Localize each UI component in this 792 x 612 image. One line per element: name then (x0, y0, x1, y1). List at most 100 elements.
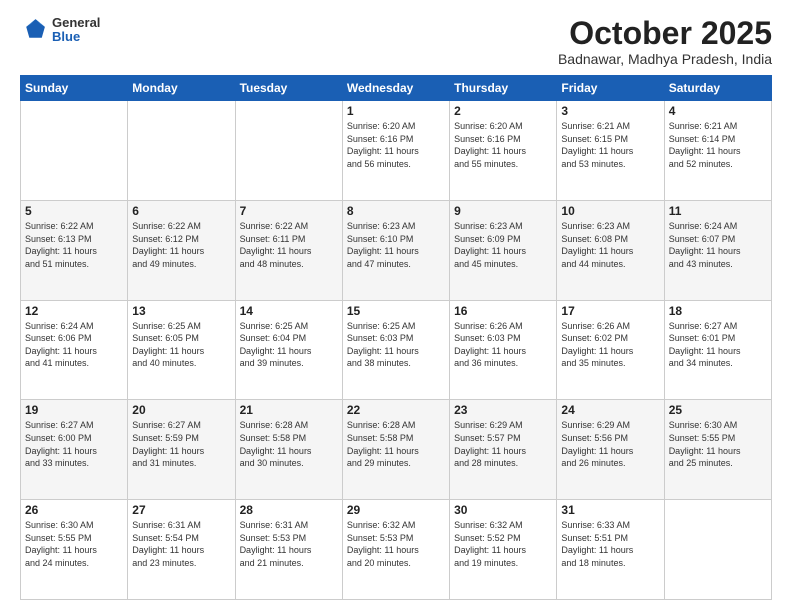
month-title: October 2025 (558, 16, 772, 51)
calendar-cell: 22 Sunrise: 6:28 AM Sunset: 5:58 PM Dayli… (342, 400, 449, 500)
day-info: Sunrise: 6:30 AM Sunset: 5:55 PM Dayligh… (25, 519, 123, 569)
calendar-cell: 1Sunrise: 6:20 AM Sunset: 6:16 PM Daylig… (342, 101, 449, 201)
day-info: Sunrise: 6:28 AM Sunset: 5:58 PM Dayligh… (347, 419, 445, 469)
logo-general: General (52, 16, 100, 30)
day-number: 1 (347, 104, 445, 118)
calendar-cell: 5 Sunrise: 6:22 AM Sunset: 6:13 PM Daylig… (21, 200, 128, 300)
day-number: 16 (454, 304, 552, 318)
day-number: 2 (454, 104, 552, 118)
day-number: 30 (454, 503, 552, 517)
calendar-cell: 25 Sunrise: 6:30 AM Sunset: 5:55 PM Dayli… (664, 400, 771, 500)
day-info: Sunrise: 6:23 AM Sunset: 6:09 PM Dayligh… (454, 220, 552, 270)
day-number: 17 (561, 304, 659, 318)
calendar-cell (128, 101, 235, 201)
day-info: Sunrise: 6:31 AM Sunset: 5:54 PM Dayligh… (132, 519, 230, 569)
calendar-cell: 17 Sunrise: 6:26 AM Sunset: 6:02 PM Dayli… (557, 300, 664, 400)
day-number: 13 (132, 304, 230, 318)
day-info: Sunrise: 6:31 AM Sunset: 5:53 PM Dayligh… (240, 519, 338, 569)
calendar-cell: 31Sunrise: 6:33 AM Sunset: 5:51 PM Dayli… (557, 500, 664, 600)
day-number: 6 (132, 204, 230, 218)
day-number: 21 (240, 403, 338, 417)
calendar-cell: 14 Sunrise: 6:25 AM Sunset: 6:04 PM Dayli… (235, 300, 342, 400)
day-number: 23 (454, 403, 552, 417)
day-info: Sunrise: 6:24 AM Sunset: 6:06 PM Dayligh… (25, 320, 123, 370)
calendar-cell: 7 Sunrise: 6:22 AM Sunset: 6:11 PM Daylig… (235, 200, 342, 300)
col-monday: Monday (128, 76, 235, 101)
calendar-header-row: Sunday Monday Tuesday Wednesday Thursday… (21, 76, 772, 101)
calendar-cell: 27 Sunrise: 6:31 AM Sunset: 5:54 PM Dayli… (128, 500, 235, 600)
calendar-week-2: 5 Sunrise: 6:22 AM Sunset: 6:13 PM Daylig… (21, 200, 772, 300)
calendar-cell: 21Sunrise: 6:28 AM Sunset: 5:58 PM Dayli… (235, 400, 342, 500)
day-number: 15 (347, 304, 445, 318)
calendar-cell: 3 Sunrise: 6:21 AM Sunset: 6:15 PM Daylig… (557, 101, 664, 201)
logo-icon (20, 16, 48, 44)
calendar-cell: 9 Sunrise: 6:23 AM Sunset: 6:09 PM Daylig… (450, 200, 557, 300)
day-number: 3 (561, 104, 659, 118)
day-info: Sunrise: 6:26 AM Sunset: 6:02 PM Dayligh… (561, 320, 659, 370)
col-wednesday: Wednesday (342, 76, 449, 101)
calendar-week-5: 26 Sunrise: 6:30 AM Sunset: 5:55 PM Dayli… (21, 500, 772, 600)
calendar-cell: 19 Sunrise: 6:27 AM Sunset: 6:00 PM Dayli… (21, 400, 128, 500)
calendar-table: Sunday Monday Tuesday Wednesday Thursday… (20, 75, 772, 600)
calendar-week-3: 12Sunrise: 6:24 AM Sunset: 6:06 PM Dayli… (21, 300, 772, 400)
day-info: Sunrise: 6:21 AM Sunset: 6:15 PM Dayligh… (561, 120, 659, 170)
day-number: 4 (669, 104, 767, 118)
day-info: Sunrise: 6:23 AM Sunset: 6:08 PM Dayligh… (561, 220, 659, 270)
day-info: Sunrise: 6:24 AM Sunset: 6:07 PM Dayligh… (669, 220, 767, 270)
col-sunday: Sunday (21, 76, 128, 101)
day-info: Sunrise: 6:27 AM Sunset: 6:01 PM Dayligh… (669, 320, 767, 370)
col-friday: Friday (557, 76, 664, 101)
logo: General Blue (20, 16, 100, 45)
day-info: Sunrise: 6:27 AM Sunset: 6:00 PM Dayligh… (25, 419, 123, 469)
day-number: 9 (454, 204, 552, 218)
calendar-cell (235, 101, 342, 201)
day-number: 11 (669, 204, 767, 218)
logo-blue: Blue (52, 30, 100, 44)
calendar-cell: 26 Sunrise: 6:30 AM Sunset: 5:55 PM Dayli… (21, 500, 128, 600)
day-info: Sunrise: 6:22 AM Sunset: 6:12 PM Dayligh… (132, 220, 230, 270)
day-info: Sunrise: 6:25 AM Sunset: 6:05 PM Dayligh… (132, 320, 230, 370)
day-info: Sunrise: 6:26 AM Sunset: 6:03 PM Dayligh… (454, 320, 552, 370)
col-thursday: Thursday (450, 76, 557, 101)
day-info: Sunrise: 6:29 AM Sunset: 5:56 PM Dayligh… (561, 419, 659, 469)
day-number: 7 (240, 204, 338, 218)
calendar-cell: 2 Sunrise: 6:20 AM Sunset: 6:16 PM Daylig… (450, 101, 557, 201)
calendar-cell: 10 Sunrise: 6:23 AM Sunset: 6:08 PM Dayli… (557, 200, 664, 300)
day-info: Sunrise: 6:25 AM Sunset: 6:04 PM Dayligh… (240, 320, 338, 370)
calendar-week-1: 1 Sunrise: 6:20 AM Sunset: 6:16 PM Daylig… (21, 101, 772, 201)
day-info: Sunrise: 6:23 AM Sunset: 6:10 PM Dayligh… (347, 220, 445, 270)
day-number: 19 (25, 403, 123, 417)
col-tuesday: Tuesday (235, 76, 342, 101)
day-number: 20 (132, 403, 230, 417)
day-number: 14 (240, 304, 338, 318)
calendar-cell: 24Sunrise: 6:29 AM Sunset: 5:56 PM Dayli… (557, 400, 664, 500)
day-number: 27 (132, 503, 230, 517)
logo-text: General Blue (52, 16, 100, 45)
location: Badnawar, Madhya Pradesh, India (558, 51, 772, 67)
day-number: 5 (25, 204, 123, 218)
day-number: 22 (347, 403, 445, 417)
calendar-cell: 13 Sunrise: 6:25 AM Sunset: 6:05 PM Dayli… (128, 300, 235, 400)
day-info: Sunrise: 6:22 AM Sunset: 6:13 PM Dayligh… (25, 220, 123, 270)
day-info: Sunrise: 6:20 AM Sunset: 6:16 PM Dayligh… (454, 120, 552, 170)
day-number: 18 (669, 304, 767, 318)
calendar-cell (664, 500, 771, 600)
calendar-cell: 29Sunrise: 6:32 AM Sunset: 5:53 PM Dayli… (342, 500, 449, 600)
day-number: 25 (669, 403, 767, 417)
day-info: Sunrise: 6:29 AM Sunset: 5:57 PM Dayligh… (454, 419, 552, 469)
calendar-cell: 16 Sunrise: 6:26 AM Sunset: 6:03 PM Dayli… (450, 300, 557, 400)
header: General Blue October 2025 Badnawar, Madh… (20, 16, 772, 67)
calendar-cell: 20Sunrise: 6:27 AM Sunset: 5:59 PM Dayli… (128, 400, 235, 500)
day-info: Sunrise: 6:30 AM Sunset: 5:55 PM Dayligh… (669, 419, 767, 469)
day-number: 10 (561, 204, 659, 218)
day-number: 26 (25, 503, 123, 517)
calendar-cell: 8Sunrise: 6:23 AM Sunset: 6:10 PM Daylig… (342, 200, 449, 300)
calendar-cell: 11 Sunrise: 6:24 AM Sunset: 6:07 PM Dayli… (664, 200, 771, 300)
calendar-cell: 12Sunrise: 6:24 AM Sunset: 6:06 PM Dayli… (21, 300, 128, 400)
calendar-week-4: 19 Sunrise: 6:27 AM Sunset: 6:00 PM Dayli… (21, 400, 772, 500)
calendar-cell: 28Sunrise: 6:31 AM Sunset: 5:53 PM Dayli… (235, 500, 342, 600)
day-info: Sunrise: 6:21 AM Sunset: 6:14 PM Dayligh… (669, 120, 767, 170)
day-info: Sunrise: 6:22 AM Sunset: 6:11 PM Dayligh… (240, 220, 338, 270)
calendar-cell: 30Sunrise: 6:32 AM Sunset: 5:52 PM Dayli… (450, 500, 557, 600)
calendar-cell (21, 101, 128, 201)
